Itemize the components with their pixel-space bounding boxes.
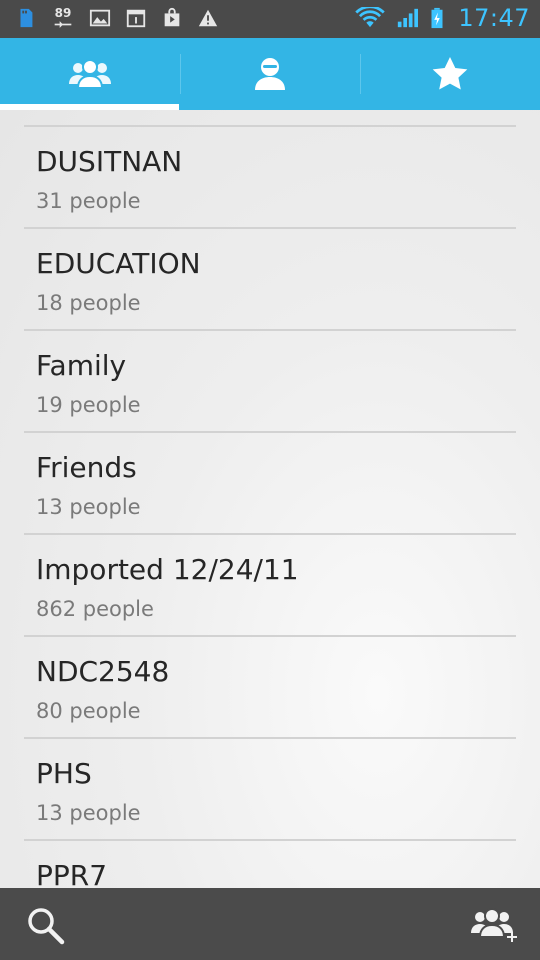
groups-list[interactable]: DUSITNAN 31 people EDUCATION 18 people Famil… bbox=[0, 110, 540, 888]
group-list-item[interactable]: PPR7 bbox=[24, 841, 516, 888]
usb-download-icon: 89 bbox=[50, 6, 76, 30]
group-member-count: 18 people bbox=[36, 291, 141, 315]
tab-bar bbox=[0, 38, 540, 110]
group-member-count: 19 people bbox=[36, 393, 141, 417]
status-bar: 89 17:47 bbox=[0, 0, 540, 38]
wifi-icon bbox=[354, 6, 386, 30]
group-list-item[interactable]: PHS 13 people bbox=[24, 739, 516, 841]
calendar-icon bbox=[124, 6, 148, 30]
tab-groups[interactable] bbox=[0, 38, 180, 110]
group-list-item[interactable]: DUSITNAN 31 people bbox=[24, 127, 516, 229]
gallery-icon bbox=[88, 6, 112, 30]
groups-list-content: DUSITNAN 31 people EDUCATION 18 people Famil… bbox=[0, 110, 540, 888]
add-group-icon bbox=[471, 908, 517, 942]
group-name: NDC2548 bbox=[36, 655, 170, 688]
group-member-count: 13 people bbox=[36, 495, 141, 519]
bottom-action-bar bbox=[0, 888, 540, 960]
tab-contacts[interactable] bbox=[180, 38, 360, 110]
search-button[interactable] bbox=[22, 902, 70, 950]
play-store-icon bbox=[160, 6, 184, 30]
group-member-count: 31 people bbox=[36, 189, 141, 213]
signal-icon bbox=[394, 6, 420, 30]
warning-icon bbox=[196, 6, 220, 30]
sd-card-icon bbox=[14, 6, 38, 30]
system-icons: 17:47 bbox=[354, 4, 530, 32]
group-name: Imported 12/24/11 bbox=[36, 553, 299, 586]
notification-count: 89 bbox=[54, 5, 72, 20]
notification-icons: 89 bbox=[14, 6, 220, 30]
group-list-item[interactable]: Friends 13 people bbox=[24, 433, 516, 535]
group-list-item[interactable] bbox=[24, 110, 516, 127]
person-icon bbox=[255, 58, 285, 90]
group-name: PPR7 bbox=[36, 859, 108, 888]
add-group-button[interactable] bbox=[470, 902, 518, 950]
group-list-item[interactable]: EDUCATION 18 people bbox=[24, 229, 516, 331]
star-icon bbox=[432, 57, 468, 90]
search-icon bbox=[28, 908, 65, 945]
group-name: Friends bbox=[36, 451, 137, 484]
group-list-item[interactable]: Imported 12/24/11 862 people bbox=[24, 535, 516, 637]
groups-icon bbox=[69, 59, 111, 89]
group-name: Family bbox=[36, 349, 127, 382]
group-member-count: 13 people bbox=[36, 801, 141, 825]
group-name: DUSITNAN bbox=[36, 145, 183, 178]
clock: 17:47 bbox=[458, 4, 530, 32]
group-member-count: 862 people bbox=[36, 597, 154, 621]
group-list-item[interactable]: Family 19 people bbox=[24, 331, 516, 433]
battery-charging-icon bbox=[428, 6, 446, 30]
group-member-count: 80 people bbox=[36, 699, 141, 723]
group-name: PHS bbox=[36, 757, 92, 790]
group-list-item[interactable]: NDC2548 80 people bbox=[24, 637, 516, 739]
tab-favorites[interactable] bbox=[360, 38, 540, 110]
group-name: EDUCATION bbox=[36, 247, 201, 280]
